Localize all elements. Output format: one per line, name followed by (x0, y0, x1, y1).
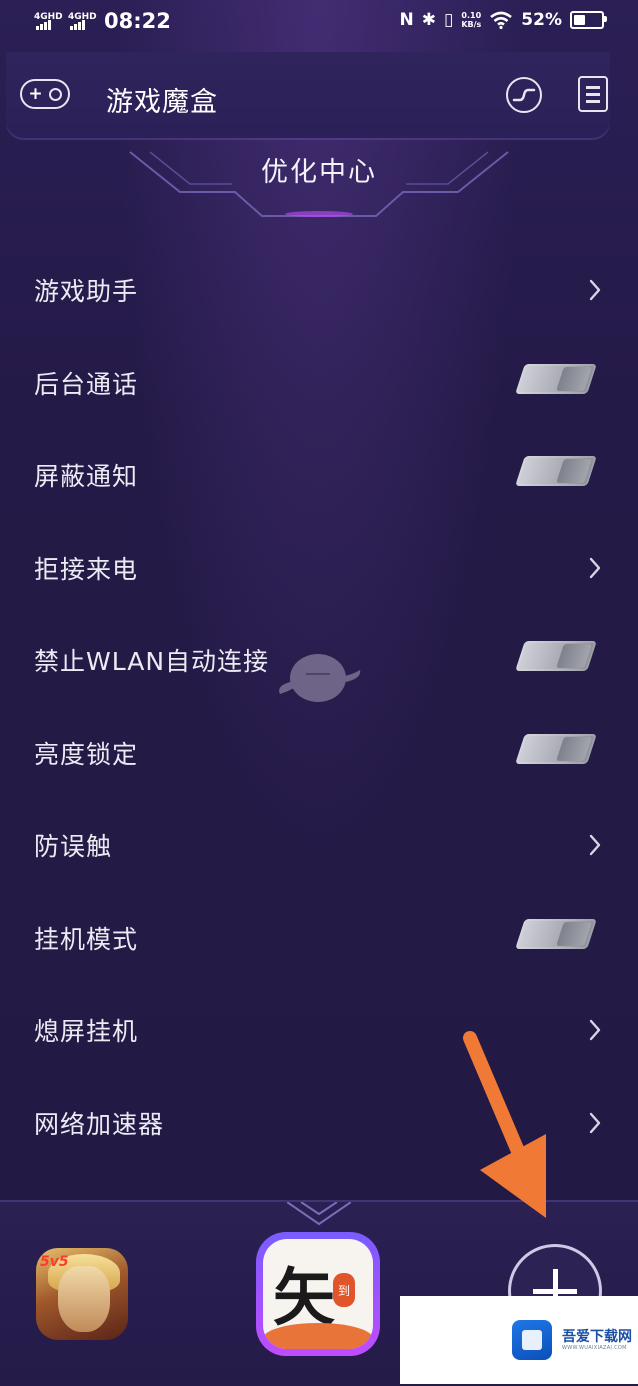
battery-percent: 52% (521, 10, 562, 30)
network-speed: 0.10 KB/s (461, 11, 482, 29)
chevron-right-icon[interactable] (588, 278, 602, 302)
nfc-icon: N (399, 10, 414, 30)
app-title: 游戏魔盒 (106, 87, 218, 118)
toggle-switch[interactable] (515, 363, 597, 394)
list-item-label: 游戏助手 (34, 277, 139, 306)
list-item[interactable]: 防误触 (0, 799, 638, 892)
chevron-right-icon[interactable] (588, 1111, 602, 1135)
list-item-label: 禁止WLAN自动连接 (34, 647, 270, 676)
list-item-label: 屏蔽通知 (34, 462, 139, 491)
section-title: 优化中心 (261, 157, 377, 188)
toggle-switch[interactable] (515, 918, 597, 949)
site-logo-icon (512, 1320, 552, 1360)
optimize-section-header: 优化中心 (0, 140, 638, 230)
chevron-right-icon[interactable] (588, 1018, 602, 1042)
list-item-label: 拒接来电 (34, 554, 139, 584)
gamepad-icon[interactable]: + (20, 79, 70, 109)
list-item-label: 亮度锁定 (34, 739, 139, 769)
list-item-label: 挂机模式 (34, 924, 139, 954)
site-watermark: 吾爱下载网 WWW.WUAIXIAZAI.COM (400, 1296, 638, 1384)
list-item-label: 熄屏挂机 (34, 1017, 139, 1046)
arrow-app-icon[interactable]: 矢 到 (256, 1232, 380, 1356)
toggle-switch[interactable] (515, 733, 597, 764)
list-item-label: 后台通话 (34, 369, 139, 399)
site-name: 吾爱下载网 (562, 1329, 632, 1345)
wifi-icon (490, 11, 513, 29)
list-item[interactable]: 亮度锁定 (0, 707, 638, 800)
signal-icon-2 (70, 20, 85, 30)
dock-notch (287, 1202, 351, 1226)
app-badge: 5v5 (40, 1254, 69, 1270)
battery-fill (574, 15, 585, 25)
app-header: + 游戏魔盒 (6, 52, 610, 138)
battery-icon (570, 11, 607, 29)
performance-icon[interactable] (506, 77, 542, 113)
toggle-switch[interactable] (515, 641, 597, 671)
ghost-watermark-icon (279, 654, 361, 702)
list-item[interactable]: 挂机模式 (0, 892, 638, 985)
clock: 08:22 (104, 9, 171, 33)
site-url: WWW.WUAIXIAZAI.COM (562, 1345, 627, 1351)
list-item-label: 防误触 (34, 832, 113, 861)
signal-icon (36, 20, 51, 30)
status-bar: 4GHD 4GHD 08:22 N ✱ ▯ 0.10 KB/s 52% (0, 0, 638, 46)
vibrate-icon: ▯ (443, 10, 454, 30)
list-item[interactable]: 后台通话 (0, 337, 638, 430)
game-app-icon[interactable]: 5v5 (36, 1248, 128, 1340)
toggle-switch[interactable] (515, 456, 597, 486)
chevron-right-icon[interactable] (588, 833, 602, 857)
chevron-right-icon[interactable] (588, 556, 602, 580)
list-item[interactable]: 游戏助手 (0, 244, 638, 337)
list-item[interactable]: 屏蔽通知 (0, 429, 638, 522)
bluetooth-icon: ✱ (421, 10, 436, 30)
notes-icon[interactable] (578, 76, 608, 112)
list-item-label: 网络加速器 (34, 1109, 165, 1139)
orange-arrow-icon (463, 1031, 546, 1218)
list-item[interactable]: 拒接来电 (0, 522, 638, 615)
